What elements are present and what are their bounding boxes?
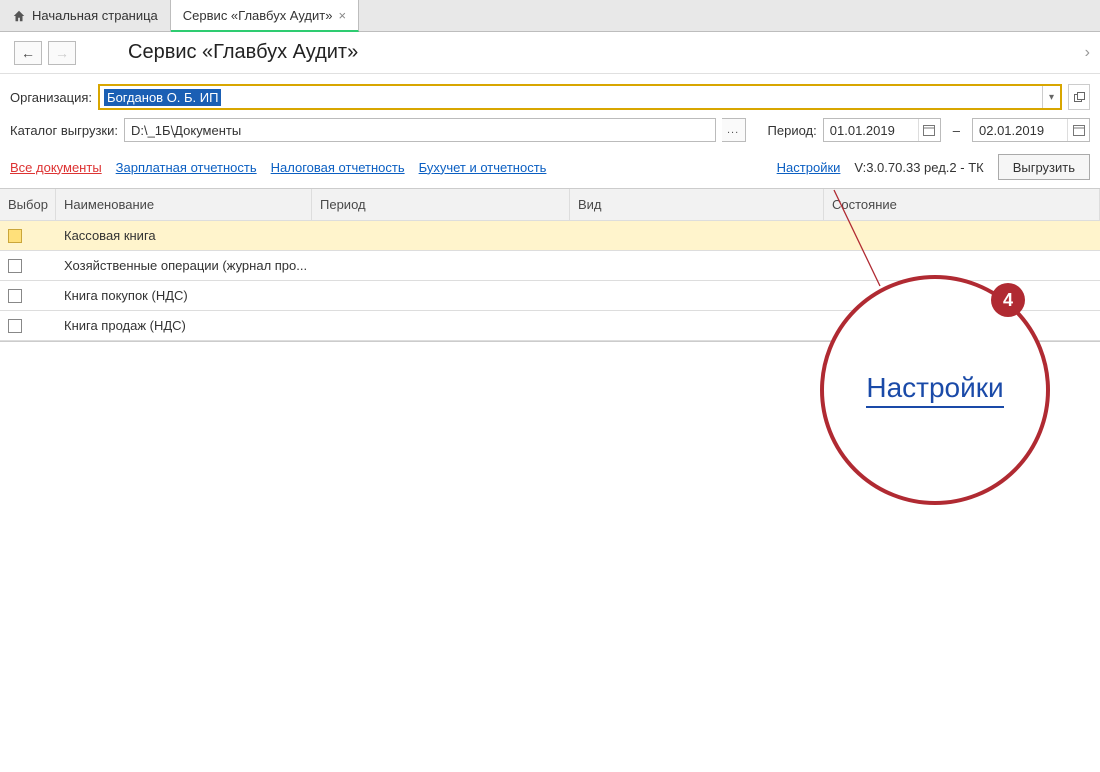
period-label: Период:	[768, 123, 817, 138]
tabs-bar: Начальная страница Сервис «Главбух Аудит…	[0, 0, 1100, 32]
date-from-value: 01.01.2019	[830, 123, 895, 138]
tab-home[interactable]: Начальная страница	[0, 0, 171, 31]
org-label: Организация:	[10, 90, 92, 105]
row-period	[312, 221, 570, 250]
row-name: Книга покупок (НДС)	[56, 281, 312, 310]
row-state	[824, 251, 1100, 280]
toolbar: ← → Сервис «Главбух Аудит» ›	[0, 32, 1100, 74]
calendar-icon[interactable]	[918, 119, 940, 141]
calendar-icon[interactable]	[1067, 119, 1089, 141]
filter-tax-link[interactable]: Налоговая отчетность	[271, 160, 405, 175]
row-checkbox[interactable]	[8, 259, 22, 273]
home-icon	[12, 9, 26, 23]
filter-payroll-link[interactable]: Зарплатная отчетность	[116, 160, 257, 175]
row-checkbox[interactable]	[8, 289, 22, 303]
catalog-input[interactable]: D:\_1Б\Документы	[124, 118, 716, 142]
date-to-input[interactable]: 02.01.2019	[972, 118, 1090, 142]
row-type	[570, 281, 824, 310]
row-period	[312, 281, 570, 310]
date-to-value: 02.01.2019	[979, 123, 1044, 138]
col-select[interactable]: Выбор	[0, 189, 56, 220]
col-state[interactable]: Состояние	[824, 189, 1100, 220]
row-name: Хозяйственные операции (журнал про...	[56, 251, 312, 280]
date-from-input[interactable]: 01.01.2019	[823, 118, 941, 142]
filters-row: Все документы Зарплатная отчетность Нало…	[0, 150, 1100, 188]
export-button[interactable]: Выгрузить	[998, 154, 1090, 180]
org-input[interactable]: Богданов О. Б. ИП	[100, 86, 1042, 108]
row-state	[824, 221, 1100, 250]
close-icon[interactable]: ×	[338, 8, 346, 23]
row-period	[312, 311, 570, 340]
col-type[interactable]: Вид	[570, 189, 824, 220]
callout-text: Настройки	[866, 372, 1003, 408]
col-period[interactable]: Период	[312, 189, 570, 220]
row-type	[570, 311, 824, 340]
row-name: Кассовая книга	[56, 221, 312, 250]
nav-back-button[interactable]: ←	[14, 41, 42, 65]
export-button-label: Выгрузить	[1013, 160, 1075, 175]
row-name: Книга продаж (НДС)	[56, 311, 312, 340]
filter-all-link[interactable]: Все документы	[10, 160, 102, 175]
chevron-right-icon[interactable]: ›	[1085, 44, 1090, 62]
tab-home-label: Начальная страница	[32, 8, 158, 23]
callout-badge: 4	[991, 283, 1025, 317]
row-type	[570, 221, 824, 250]
page-title: Сервис «Главбух Аудит»	[128, 41, 358, 64]
row-type	[570, 251, 824, 280]
catalog-browse-button[interactable]: ...	[722, 118, 746, 142]
tab-service-label: Сервис «Главбух Аудит»	[183, 8, 333, 23]
org-field-wrap: Богданов О. Б. ИП ▾	[98, 84, 1062, 110]
settings-link[interactable]: Настройки	[777, 160, 841, 175]
catalog-value: D:\_1Б\Документы	[131, 123, 241, 138]
org-dropdown-button[interactable]: ▾	[1042, 86, 1060, 108]
date-range-dash: –	[947, 123, 966, 138]
org-popout-button[interactable]	[1068, 84, 1090, 110]
org-input-value: Богданов О. Б. ИП	[104, 89, 221, 106]
row-checkbox[interactable]	[8, 319, 22, 333]
row-period	[312, 251, 570, 280]
form-area: Организация: Богданов О. Б. ИП ▾ Каталог…	[0, 74, 1100, 142]
nav-forward-button[interactable]: →	[48, 41, 76, 65]
tab-service[interactable]: Сервис «Главбух Аудит» ×	[171, 0, 359, 32]
version-text: V:3.0.70.33 ред.2 - ТК	[854, 160, 983, 175]
table-header: Выбор Наименование Период Вид Состояние	[0, 189, 1100, 221]
catalog-label: Каталог выгрузки:	[10, 123, 118, 138]
row-checkbox[interactable]	[8, 229, 22, 243]
filter-acct-link[interactable]: Бухучет и отчетность	[419, 160, 547, 175]
col-name[interactable]: Наименование	[56, 189, 312, 220]
table-row[interactable]: Кассовая книга	[0, 221, 1100, 251]
